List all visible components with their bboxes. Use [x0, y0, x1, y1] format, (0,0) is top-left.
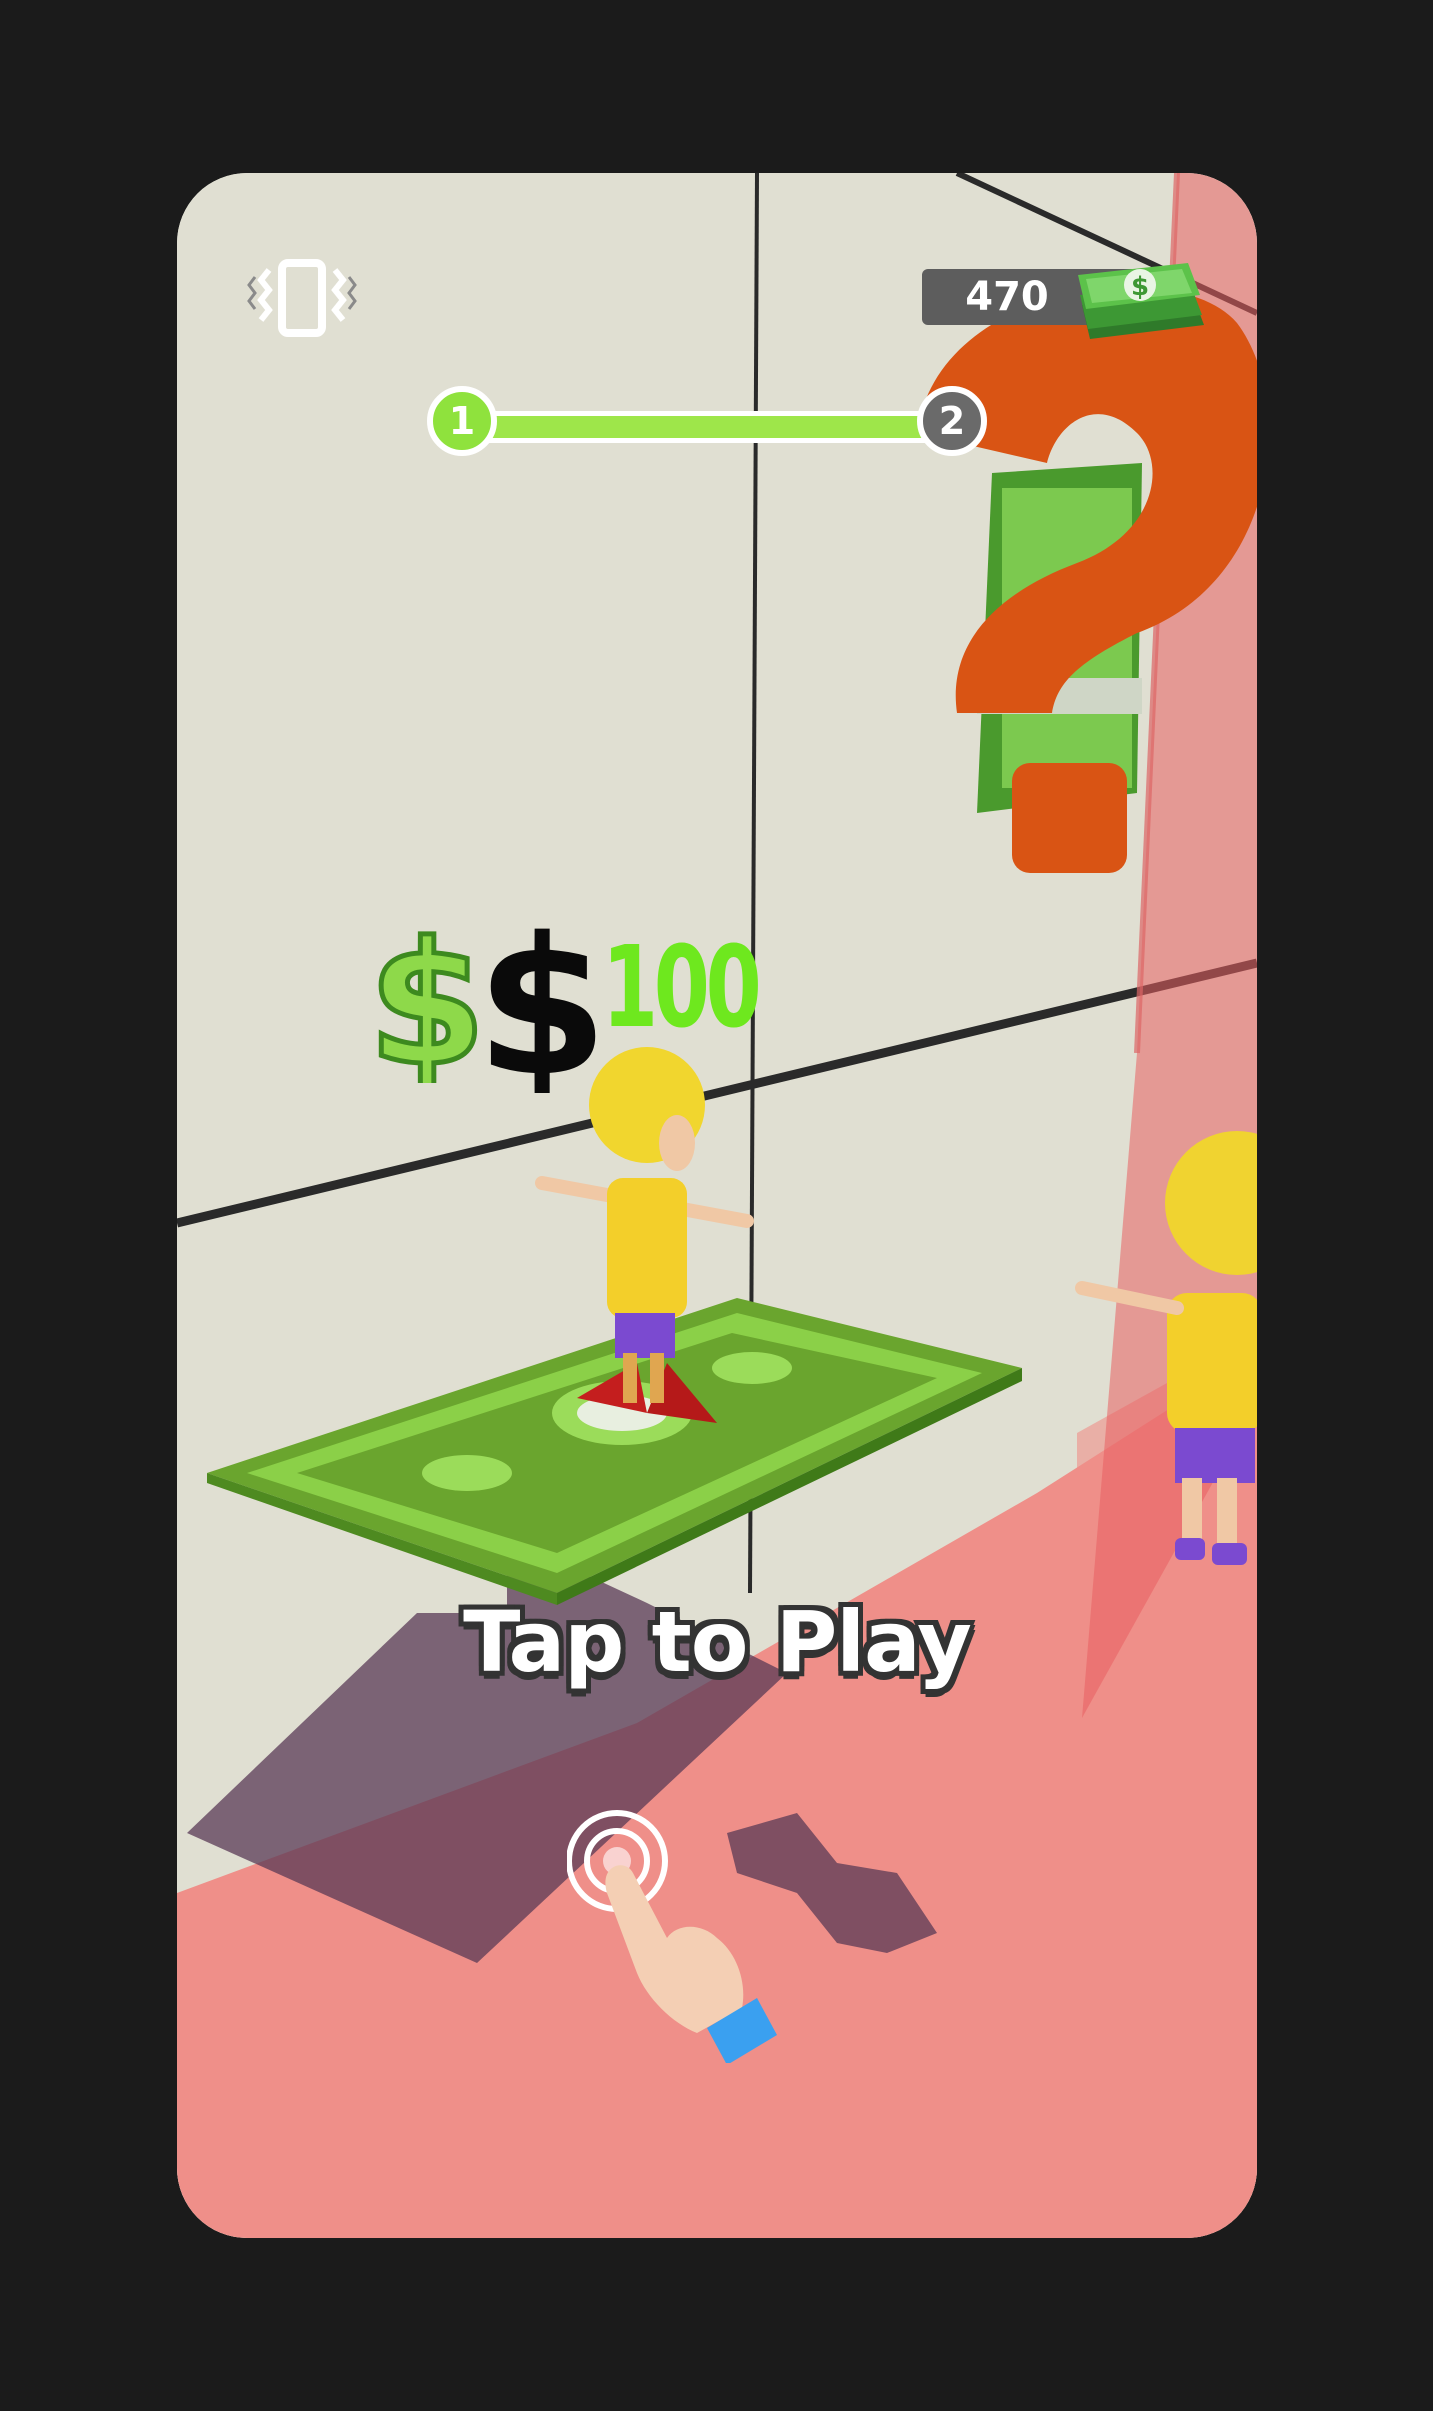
- black-dollar-icon: $: [482, 903, 602, 1093]
- level-progress-track: [467, 411, 947, 443]
- tap-hand-icon: [567, 1810, 777, 2063]
- vibrate-button[interactable]: [247, 255, 357, 345]
- next-level-badge: 2: [917, 386, 987, 456]
- level-progress-bar: 1 2: [427, 378, 987, 468]
- current-level-badge: 1: [427, 386, 497, 456]
- price-value: 100: [602, 923, 762, 1053]
- tap-to-play-text: Tap to Play: [463, 1593, 972, 1691]
- vibrate-icon: [247, 259, 357, 337]
- money-value: 470: [965, 274, 1049, 320]
- svg-text:$: $: [482, 903, 602, 1093]
- cash-stack-icon: $: [1078, 263, 1204, 339]
- green-dollar-icon: $: [367, 913, 487, 1083]
- svg-text:$: $: [1131, 272, 1149, 302]
- money-counter: 470 $: [922, 255, 1212, 355]
- game-screen[interactable]: 470 $ 1 2 $ $ 100 Tap to Play: [177, 173, 1257, 2238]
- price-label: $ $ 100: [367, 903, 787, 1123]
- svg-text:$: $: [368, 913, 486, 1083]
